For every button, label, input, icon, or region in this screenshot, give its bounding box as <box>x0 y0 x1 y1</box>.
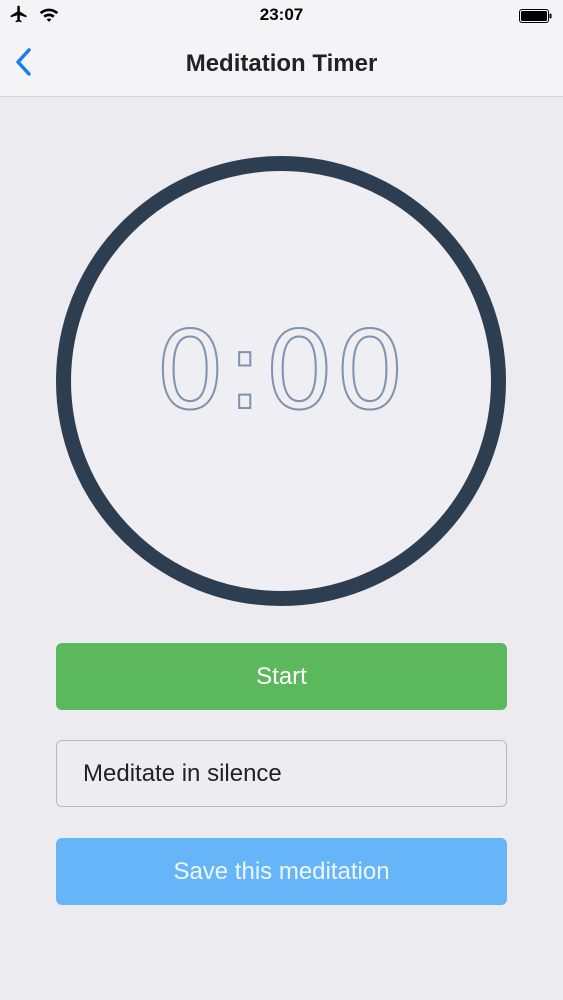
save-meditation-button[interactable]: Save this meditation <box>56 838 507 905</box>
start-button[interactable]: Start <box>56 643 507 710</box>
status-bar: 23:07 <box>0 0 563 32</box>
status-time: 23:07 <box>259 5 304 24</box>
timer-display: 0:00 <box>155 309 407 434</box>
timer-ring: 0:00 <box>56 156 506 606</box>
page-title: Meditation Timer <box>185 50 378 77</box>
sound-selector-button[interactable]: Meditate in silence <box>56 740 507 807</box>
navigation-bar: Meditation Timer <box>0 32 563 97</box>
battery-icon <box>519 9 553 23</box>
